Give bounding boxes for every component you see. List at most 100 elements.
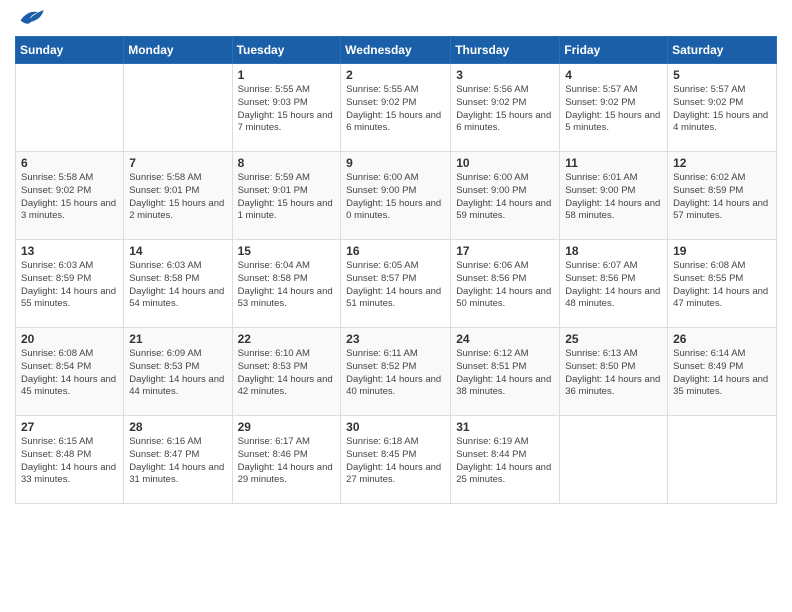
weekday-header-tuesday: Tuesday [232, 37, 341, 64]
calendar-cell: 29 Sunrise: 6:17 AM Sunset: 8:46 PM Dayli… [232, 416, 341, 504]
week-row-1: 1 Sunrise: 5:55 AM Sunset: 9:03 PM Daylig… [16, 64, 777, 152]
calendar-cell: 2Sunrise: 5:55 AM Sunset: 9:02 PM Daylig… [341, 64, 451, 152]
cell-content: Sunrise: 6:13 AM Sunset: 8:50 PM Dayligh… [565, 348, 662, 399]
calendar-cell: 6 Sunrise: 5:58 AM Sunset: 9:02 PM Daylig… [16, 152, 124, 240]
weekday-header-monday: Monday [124, 37, 232, 64]
weekday-header-sunday: Sunday [16, 37, 124, 64]
day-number: 19 [673, 244, 771, 258]
day-number: 15 [238, 244, 336, 258]
calendar-cell: 24 Sunrise: 6:12 AM Sunset: 8:51 PM Dayli… [451, 328, 560, 416]
calendar-cell: 31Sunrise: 6:19 AM Sunset: 8:44 PM Dayli… [451, 416, 560, 504]
calendar-cell: 14 Sunrise: 6:03 AM Sunset: 8:58 PM Dayli… [124, 240, 232, 328]
day-number: 16 [346, 244, 445, 258]
cell-content: Sunrise: 6:10 AM Sunset: 8:53 PM Dayligh… [238, 348, 336, 399]
cell-content: Sunrise: 6:18 AM Sunset: 8:45 PM Dayligh… [346, 436, 445, 487]
calendar-cell: 3 Sunrise: 5:56 AM Sunset: 9:02 PM Daylig… [451, 64, 560, 152]
day-number: 3 [456, 68, 554, 82]
day-number: 6 [21, 156, 118, 170]
day-number: 17 [456, 244, 554, 258]
calendar-cell: 23 Sunrise: 6:11 AM Sunset: 8:52 PM Dayli… [341, 328, 451, 416]
day-number: 13 [21, 244, 118, 258]
weekday-header-saturday: Saturday [668, 37, 777, 64]
cell-content: Sunrise: 6:11 AM Sunset: 8:52 PM Dayligh… [346, 348, 445, 399]
cell-content: Sunrise: 6:03 AM Sunset: 8:58 PM Dayligh… [129, 260, 226, 311]
cell-content: Sunrise: 6:16 AM Sunset: 8:47 PM Dayligh… [129, 436, 226, 487]
logo [15, 10, 45, 28]
day-number: 24 [456, 332, 554, 346]
calendar-cell: 28 Sunrise: 6:16 AM Sunset: 8:47 PM Dayli… [124, 416, 232, 504]
cell-content: Sunrise: 6:08 AM Sunset: 8:55 PM Dayligh… [673, 260, 771, 311]
cell-content: Sunrise: 6:19 AM Sunset: 8:44 PM Dayligh… [456, 436, 554, 487]
cell-content: Sunrise: 5:57 AM Sunset: 9:02 PM Dayligh… [673, 84, 771, 135]
day-number: 23 [346, 332, 445, 346]
calendar-cell: 10 Sunrise: 6:00 AM Sunset: 9:00 PM Dayli… [451, 152, 560, 240]
day-number: 12 [673, 156, 771, 170]
day-number: 30 [346, 420, 445, 434]
cell-content: Sunrise: 5:59 AM Sunset: 9:01 PM Dayligh… [238, 172, 336, 223]
day-number: 7 [129, 156, 226, 170]
week-row-4: 20Sunrise: 6:08 AM Sunset: 8:54 PM Dayli… [16, 328, 777, 416]
calendar-cell: 20Sunrise: 6:08 AM Sunset: 8:54 PM Dayli… [16, 328, 124, 416]
day-number: 26 [673, 332, 771, 346]
cell-content: Sunrise: 6:06 AM Sunset: 8:56 PM Dayligh… [456, 260, 554, 311]
calendar-cell: 25 Sunrise: 6:13 AM Sunset: 8:50 PM Dayli… [560, 328, 668, 416]
cell-content: Sunrise: 6:00 AM Sunset: 9:00 PM Dayligh… [456, 172, 554, 223]
weekday-header-friday: Friday [560, 37, 668, 64]
calendar-cell: 4 Sunrise: 5:57 AM Sunset: 9:02 PM Daylig… [560, 64, 668, 152]
calendar-cell: 8 Sunrise: 5:59 AM Sunset: 9:01 PM Daylig… [232, 152, 341, 240]
cell-content: Sunrise: 6:07 AM Sunset: 8:56 PM Dayligh… [565, 260, 662, 311]
day-number: 4 [565, 68, 662, 82]
calendar-cell: 7 Sunrise: 5:58 AM Sunset: 9:01 PM Daylig… [124, 152, 232, 240]
cell-content: Sunrise: 6:02 AM Sunset: 8:59 PM Dayligh… [673, 172, 771, 223]
week-row-2: 6 Sunrise: 5:58 AM Sunset: 9:02 PM Daylig… [16, 152, 777, 240]
cell-content: Sunrise: 6:03 AM Sunset: 8:59 PM Dayligh… [21, 260, 118, 311]
calendar-cell [668, 416, 777, 504]
day-number: 25 [565, 332, 662, 346]
day-number: 1 [238, 68, 336, 82]
calendar-cell: 15Sunrise: 6:04 AM Sunset: 8:58 PM Dayli… [232, 240, 341, 328]
calendar-cell: 9Sunrise: 6:00 AM Sunset: 9:00 PM Daylig… [341, 152, 451, 240]
calendar-cell [16, 64, 124, 152]
cell-content: Sunrise: 6:12 AM Sunset: 8:51 PM Dayligh… [456, 348, 554, 399]
cell-content: Sunrise: 5:58 AM Sunset: 9:02 PM Dayligh… [21, 172, 118, 223]
day-number: 22 [238, 332, 336, 346]
calendar-cell: 30 Sunrise: 6:18 AM Sunset: 8:45 PM Dayli… [341, 416, 451, 504]
day-number: 20 [21, 332, 118, 346]
day-number: 14 [129, 244, 226, 258]
calendar-cell [124, 64, 232, 152]
calendar-cell: 12 Sunrise: 6:02 AM Sunset: 8:59 PM Dayli… [668, 152, 777, 240]
calendar-cell: 22 Sunrise: 6:10 AM Sunset: 8:53 PM Dayli… [232, 328, 341, 416]
weekday-header-thursday: Thursday [451, 37, 560, 64]
cell-content: Sunrise: 6:09 AM Sunset: 8:53 PM Dayligh… [129, 348, 226, 399]
calendar-cell: 17 Sunrise: 6:06 AM Sunset: 8:56 PM Dayli… [451, 240, 560, 328]
calendar-cell: 18Sunrise: 6:07 AM Sunset: 8:56 PM Dayli… [560, 240, 668, 328]
day-number: 5 [673, 68, 771, 82]
calendar-table: SundayMondayTuesdayWednesdayThursdayFrid… [15, 36, 777, 504]
cell-content: Sunrise: 5:58 AM Sunset: 9:01 PM Dayligh… [129, 172, 226, 223]
day-number: 29 [238, 420, 336, 434]
calendar-cell: 13 Sunrise: 6:03 AM Sunset: 8:59 PM Dayli… [16, 240, 124, 328]
calendar-cell: 1 Sunrise: 5:55 AM Sunset: 9:03 PM Daylig… [232, 64, 341, 152]
day-number: 8 [238, 156, 336, 170]
calendar-cell: 5 Sunrise: 5:57 AM Sunset: 9:02 PM Daylig… [668, 64, 777, 152]
cell-content: Sunrise: 5:55 AM Sunset: 9:02 PM Dayligh… [346, 84, 445, 135]
cell-content: Sunrise: 6:00 AM Sunset: 9:00 PM Dayligh… [346, 172, 445, 223]
day-number: 11 [565, 156, 662, 170]
cell-content: Sunrise: 6:05 AM Sunset: 8:57 PM Dayligh… [346, 260, 445, 311]
calendar-cell: 27Sunrise: 6:15 AM Sunset: 8:48 PM Dayli… [16, 416, 124, 504]
logo-bird-icon [17, 6, 45, 28]
calendar-cell: 19 Sunrise: 6:08 AM Sunset: 8:55 PM Dayli… [668, 240, 777, 328]
calendar-cell: 26Sunrise: 6:14 AM Sunset: 8:49 PM Dayli… [668, 328, 777, 416]
week-row-3: 13 Sunrise: 6:03 AM Sunset: 8:59 PM Dayli… [16, 240, 777, 328]
calendar-cell: 16 Sunrise: 6:05 AM Sunset: 8:57 PM Dayli… [341, 240, 451, 328]
calendar-cell: 21 Sunrise: 6:09 AM Sunset: 8:53 PM Dayli… [124, 328, 232, 416]
cell-content: Sunrise: 5:57 AM Sunset: 9:02 PM Dayligh… [565, 84, 662, 135]
cell-content: Sunrise: 6:17 AM Sunset: 8:46 PM Dayligh… [238, 436, 336, 487]
day-number: 10 [456, 156, 554, 170]
day-number: 28 [129, 420, 226, 434]
calendar-cell [560, 416, 668, 504]
day-number: 21 [129, 332, 226, 346]
weekday-header-row: SundayMondayTuesdayWednesdayThursdayFrid… [16, 37, 777, 64]
cell-content: Sunrise: 5:56 AM Sunset: 9:02 PM Dayligh… [456, 84, 554, 135]
cell-content: Sunrise: 5:55 AM Sunset: 9:03 PM Dayligh… [238, 84, 336, 135]
